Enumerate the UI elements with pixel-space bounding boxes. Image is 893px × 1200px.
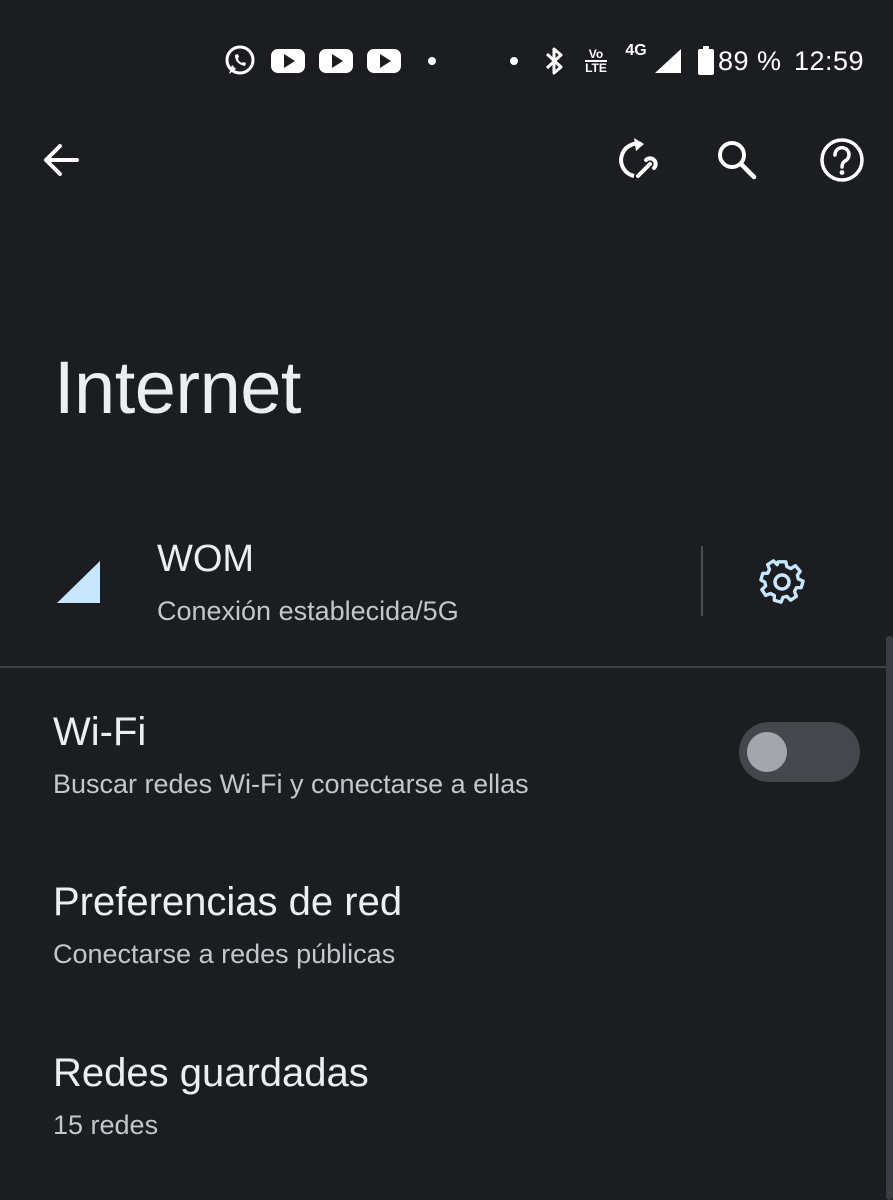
youtube-icon bbox=[366, 30, 402, 92]
4g-icon: 4G bbox=[619, 30, 653, 92]
status-bar: Vo LTE 4G 89 % 12:59 bbox=[0, 30, 893, 92]
wifi-subtitle: Buscar redes Wi-Fi y conectarse a ellas bbox=[53, 769, 529, 799]
carrier-name: WOM bbox=[157, 538, 255, 580]
back-button[interactable] bbox=[33, 132, 89, 188]
gear-icon bbox=[759, 559, 805, 604]
vertical-divider bbox=[701, 546, 703, 616]
network-reset-button[interactable] bbox=[606, 132, 662, 188]
section-divider bbox=[0, 666, 893, 668]
volte-top-label: Vo bbox=[588, 47, 604, 61]
carrier-status: Conexión establecida/5G bbox=[157, 596, 459, 626]
clock: 12:59 bbox=[794, 45, 865, 76]
toggle-knob bbox=[747, 732, 787, 772]
wifi-toggle[interactable] bbox=[739, 722, 860, 782]
cell-signal-icon bbox=[56, 560, 102, 609]
network-preferences-item[interactable]: Preferencias de red Conectarse a redes p… bbox=[0, 860, 880, 1000]
scrollbar[interactable] bbox=[886, 636, 893, 1200]
page-title: Internet bbox=[54, 346, 301, 429]
network-preferences-subtitle: Conectarse a redes públicas bbox=[53, 939, 396, 969]
youtube-icon bbox=[318, 30, 354, 92]
volte-bottom-label: LTE bbox=[585, 60, 607, 75]
network-reset-icon bbox=[619, 138, 658, 178]
battery-icon bbox=[696, 30, 716, 92]
bluetooth-icon bbox=[541, 30, 569, 92]
whatsapp-icon bbox=[222, 30, 258, 92]
battery-percentage: 89 % bbox=[718, 45, 782, 76]
search-button[interactable] bbox=[709, 132, 765, 188]
internet-settings-screen: Vo LTE 4G 89 % 12:59 Internet WOM Conexi… bbox=[0, 0, 893, 1200]
youtube-icon bbox=[270, 30, 306, 92]
dot-icon bbox=[426, 30, 438, 92]
wifi-title: Wi-Fi bbox=[53, 710, 147, 754]
carrier-settings-button[interactable] bbox=[752, 552, 812, 612]
help-icon bbox=[820, 138, 864, 182]
saved-networks-title: Redes guardadas bbox=[53, 1051, 369, 1095]
volte-icon: Vo LTE bbox=[580, 30, 612, 92]
help-button[interactable] bbox=[814, 132, 870, 188]
dot-icon bbox=[508, 30, 520, 92]
carrier-network-row[interactable]: WOM Conexión establecida/5G bbox=[0, 520, 893, 648]
signal-icon bbox=[652, 30, 684, 92]
search-icon bbox=[718, 141, 757, 180]
network-preferences-title: Preferencias de red bbox=[53, 880, 403, 924]
saved-networks-item[interactable]: Redes guardadas 15 redes bbox=[0, 1031, 880, 1171]
network-type-label: 4G bbox=[625, 42, 647, 59]
saved-networks-subtitle: 15 redes bbox=[53, 1110, 159, 1140]
arrow-back-icon bbox=[44, 144, 79, 176]
